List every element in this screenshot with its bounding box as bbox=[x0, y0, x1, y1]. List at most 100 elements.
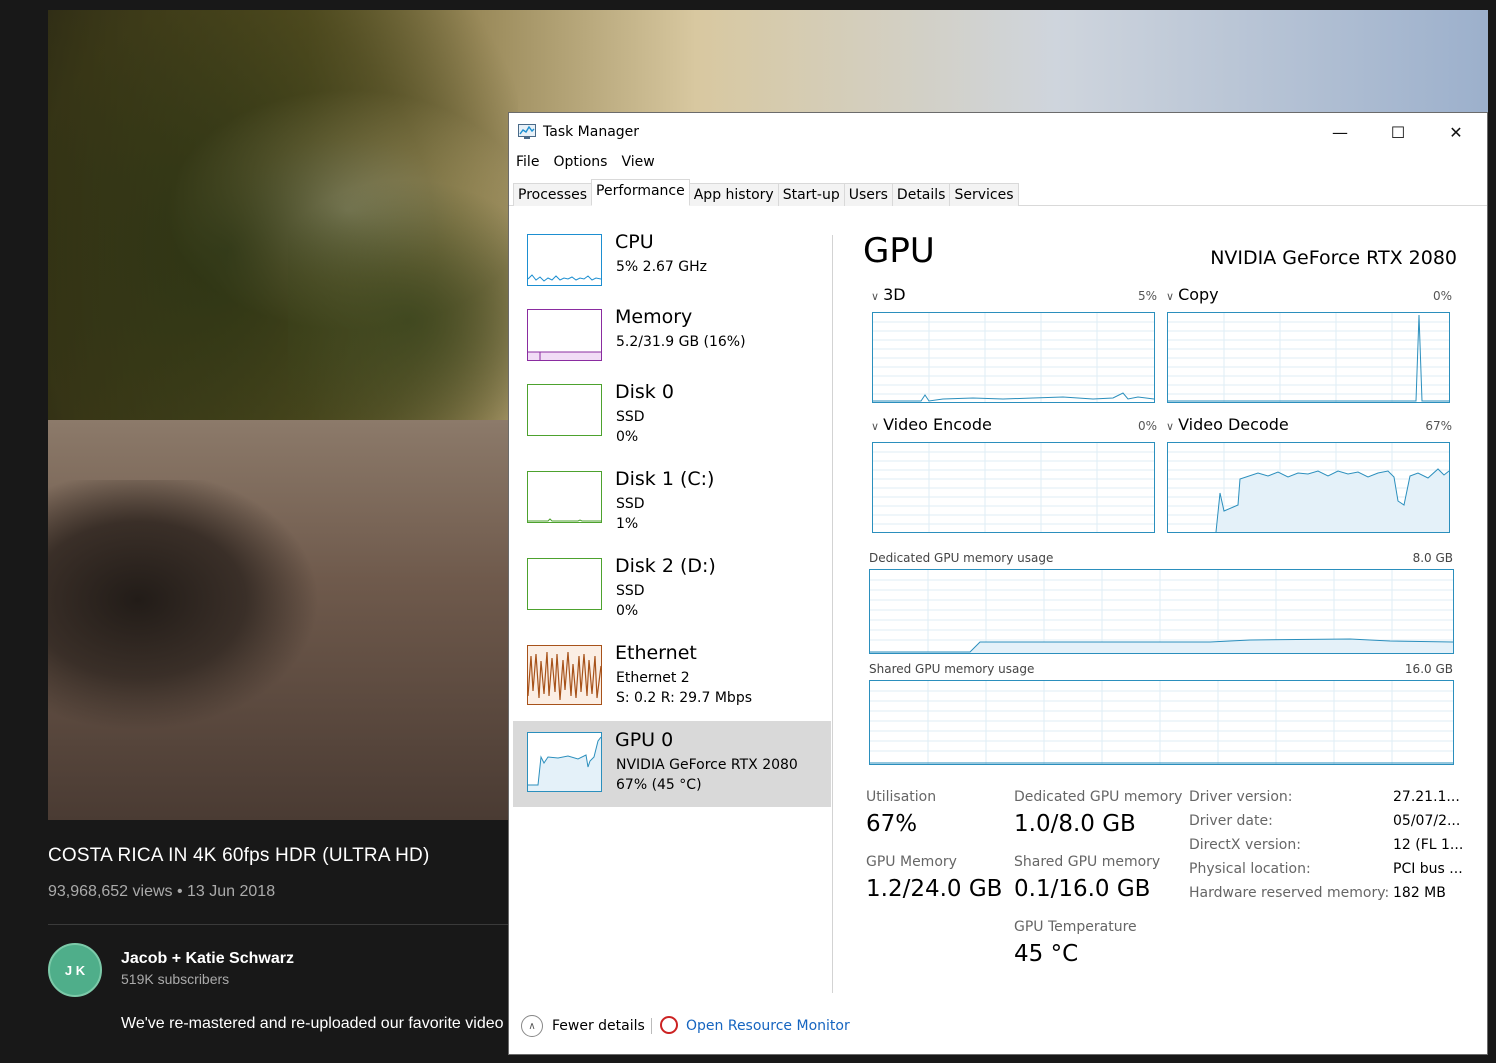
engine-label: Video Encode bbox=[883, 415, 992, 434]
menu-view[interactable]: View bbox=[614, 151, 661, 175]
close-button[interactable]: ✕ bbox=[1427, 113, 1485, 151]
fewer-details-button[interactable]: Fewer details bbox=[552, 1018, 645, 1034]
memory-thumbnail bbox=[527, 309, 602, 361]
resource-detail: 1% bbox=[616, 516, 639, 532]
graph-dedicated-memory bbox=[869, 569, 1454, 654]
engine-pct: 0% bbox=[1137, 419, 1157, 433]
engine-selector-video-decode[interactable]: ∨ Video Decode bbox=[1166, 415, 1289, 434]
menu-bar: File Options View bbox=[509, 151, 662, 175]
engine-pct: 5% bbox=[1137, 289, 1157, 303]
resource-name: Disk 0 bbox=[615, 381, 674, 403]
resource-item-cpu[interactable]: CPU 5% 2.67 GHz bbox=[513, 223, 831, 309]
menu-file[interactable]: File bbox=[509, 151, 546, 175]
physical-location-value: PCI bus ... bbox=[1393, 861, 1463, 877]
gpu-heading: GPU bbox=[863, 231, 935, 271]
driver-version-value: 27.21.1... bbox=[1393, 789, 1460, 805]
resource-monitor-icon[interactable] bbox=[660, 1016, 678, 1034]
chevron-down-icon: ∨ bbox=[871, 290, 880, 303]
driver-date-label: Driver date: bbox=[1189, 813, 1273, 829]
video-frame-rocks bbox=[48, 480, 328, 740]
tab-app-history[interactable]: App history bbox=[688, 183, 779, 206]
resource-item-disk-2[interactable]: Disk 2 (D:) SSD 0% bbox=[513, 547, 831, 633]
gpu-thumbnail bbox=[527, 732, 602, 792]
graph-video-encode bbox=[872, 442, 1155, 533]
resource-detail: 5% 2.67 GHz bbox=[616, 259, 708, 275]
video-title: COSTA RICA IN 4K 60fps HDR (ULTRA HD) bbox=[48, 845, 430, 866]
engine-selector-video-encode[interactable]: ∨ Video Encode bbox=[871, 415, 992, 434]
resource-detail: NVIDIA GeForce RTX 2080 bbox=[616, 757, 798, 773]
pane-separator[interactable] bbox=[832, 235, 833, 993]
maximize-button[interactable]: ☐ bbox=[1369, 113, 1427, 151]
minimize-button[interactable]: — bbox=[1311, 113, 1369, 151]
graph-copy bbox=[1167, 312, 1450, 403]
gpu-temperature-label: GPU Temperature bbox=[1014, 919, 1137, 935]
tab-processes[interactable]: Processes bbox=[513, 183, 593, 206]
chevron-down-icon: ∨ bbox=[1166, 290, 1175, 303]
tab-start-up[interactable]: Start-up bbox=[777, 183, 845, 206]
driver-date-value: 05/07/2... bbox=[1393, 813, 1461, 829]
engine-selector-3d[interactable]: ∨ 3D bbox=[871, 285, 906, 304]
footer-divider bbox=[651, 1018, 652, 1034]
disk2-thumbnail bbox=[527, 558, 602, 610]
resource-detail: SSD bbox=[616, 583, 645, 599]
resource-name: Disk 2 (D:) bbox=[615, 555, 716, 577]
disk1-thumbnail bbox=[527, 471, 602, 523]
dedicated-memory-max: 8.0 GB bbox=[1412, 551, 1453, 565]
graph-video-decode bbox=[1167, 442, 1450, 533]
tab-services[interactable]: Services bbox=[949, 183, 1019, 206]
video-description: We've re-mastered and re-uploaded our fa… bbox=[121, 1015, 509, 1032]
resource-detail: 0% bbox=[616, 429, 639, 445]
resource-name: Memory bbox=[615, 306, 693, 328]
dedicated-gpu-memory-label: Dedicated GPU memory bbox=[1014, 789, 1183, 805]
tab-users[interactable]: Users bbox=[843, 183, 893, 206]
driver-version-label: Driver version: bbox=[1189, 789, 1293, 805]
directx-version-value: 12 (FL 1... bbox=[1393, 837, 1463, 853]
graph-3d bbox=[872, 312, 1155, 403]
chevron-down-icon: ∨ bbox=[871, 420, 880, 433]
resource-detail: Ethernet 2 bbox=[616, 670, 690, 686]
physical-location-label: Physical location: bbox=[1189, 861, 1311, 877]
resource-detail: SSD bbox=[616, 409, 645, 425]
menu-options[interactable]: Options bbox=[546, 151, 614, 175]
chevron-up-icon[interactable]: ∧ bbox=[521, 1015, 543, 1037]
directx-version-label: DirectX version: bbox=[1189, 837, 1301, 853]
resource-item-disk-0[interactable]: Disk 0 SSD 0% bbox=[513, 373, 831, 459]
engine-label: 3D bbox=[883, 285, 906, 304]
resource-name: CPU bbox=[615, 231, 654, 253]
gpu-memory-value: 1.2/24.0 GB bbox=[866, 876, 1003, 902]
disk0-thumbnail bbox=[527, 384, 602, 436]
video-meta: 93,968,652 views • 13 Jun 2018 bbox=[48, 883, 276, 900]
tab-performance[interactable]: Performance bbox=[591, 179, 690, 206]
resource-name: Ethernet bbox=[615, 642, 697, 664]
title-bar[interactable]: Task Manager — ☐ ✕ bbox=[509, 113, 1487, 151]
gpu-memory-label: GPU Memory bbox=[866, 854, 957, 870]
reserved-memory-value: 182 MB bbox=[1393, 885, 1446, 901]
tab-strip: Processes Performance App history Start-… bbox=[513, 179, 1019, 206]
shared-memory-label: Shared GPU memory usage bbox=[869, 662, 1035, 676]
resource-detail: 5.2/31.9 GB (16%) bbox=[616, 334, 746, 350]
reserved-memory-label: Hardware reserved memory: bbox=[1189, 885, 1390, 901]
cpu-thumbnail bbox=[527, 234, 602, 286]
resource-name: GPU 0 bbox=[615, 729, 674, 751]
graph-shared-memory bbox=[869, 680, 1454, 765]
gpu-temperature-value: 45 °C bbox=[1014, 941, 1079, 967]
ethernet-thumbnail bbox=[527, 645, 602, 705]
gpu-model: NVIDIA GeForce RTX 2080 bbox=[1210, 247, 1457, 269]
window-title: Task Manager bbox=[543, 124, 640, 140]
shared-gpu-memory-label: Shared GPU memory bbox=[1014, 854, 1161, 870]
tab-details[interactable]: Details bbox=[891, 183, 951, 206]
resource-item-disk-1[interactable]: Disk 1 (C:) SSD 1% bbox=[513, 460, 831, 546]
resource-item-memory[interactable]: Memory 5.2/31.9 GB (16%) bbox=[513, 298, 831, 384]
task-manager-window: Task Manager — ☐ ✕ File Options View Pro… bbox=[508, 112, 1488, 1055]
resource-item-ethernet[interactable]: Ethernet Ethernet 2 S: 0.2 R: 29.7 Mbps bbox=[513, 634, 831, 720]
engine-selector-copy[interactable]: ∨ Copy bbox=[1166, 285, 1219, 304]
subscriber-count: 519K subscribers bbox=[121, 971, 230, 987]
shared-gpu-memory-value: 0.1/16.0 GB bbox=[1014, 876, 1151, 902]
resource-detail: SSD bbox=[616, 496, 645, 512]
channel-avatar[interactable]: J K bbox=[48, 943, 102, 997]
channel-name[interactable]: Jacob + Katie Schwarz bbox=[121, 950, 294, 968]
engine-label: Video Decode bbox=[1178, 415, 1289, 434]
resource-item-gpu-0[interactable]: GPU 0 NVIDIA GeForce RTX 2080 67% (45 °C… bbox=[513, 721, 831, 807]
open-resource-monitor-link[interactable]: Open Resource Monitor bbox=[686, 1018, 850, 1034]
utilisation-label: Utilisation bbox=[866, 789, 937, 805]
